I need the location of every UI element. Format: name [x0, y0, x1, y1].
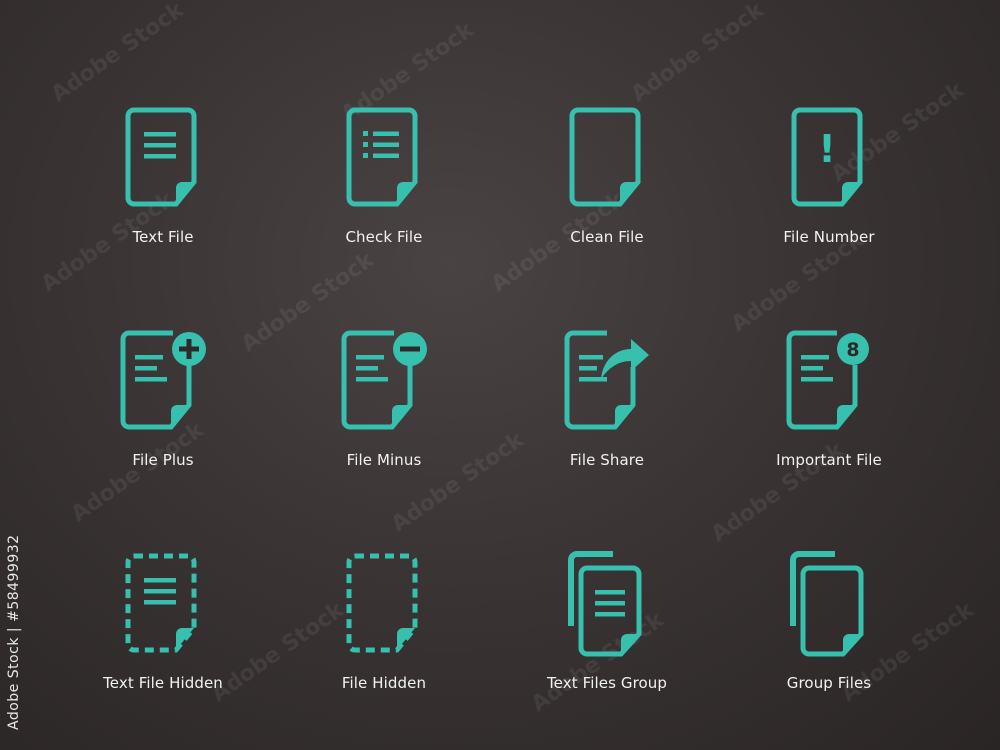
important-file-icon: 8	[786, 330, 869, 430]
text-file-hidden-icon	[125, 553, 197, 653]
icon-cell-text-file-hidden: Text File Hidden	[63, 550, 263, 692]
icon-cell-group-files: Group Files	[729, 550, 929, 692]
icon-label: File Hidden	[341, 674, 427, 692]
icon-sheet: Adobe Stock Adobe Stock Adobe Stock Adob…	[0, 0, 1000, 750]
file-share-icon	[564, 330, 649, 430]
icon-cell-text-file: Text File	[63, 104, 263, 246]
icon-cell-file-plus: File Plus	[63, 327, 263, 469]
file-hidden-icon	[346, 553, 418, 653]
icon-cell-clean-file: Clean File	[507, 104, 707, 246]
icon-label: Clean File	[570, 228, 644, 246]
icon-label: Text File Hidden	[103, 674, 223, 692]
icon-label: Check File	[345, 228, 423, 246]
icon-label: File Share	[569, 451, 645, 469]
check-file-icon	[346, 107, 418, 207]
icon-cell-file-number: ! File Number	[729, 104, 929, 246]
group-files-icon	[790, 551, 864, 657]
icon-cell-file-minus: File Minus	[284, 327, 484, 469]
icon-cell-file-share: File Share	[507, 327, 707, 469]
image-id: Adobe Stock | #58499932	[6, 534, 22, 730]
icon-label: File Number	[783, 228, 875, 246]
icon-label: Text Files Group	[546, 674, 668, 692]
text-files-group-icon	[568, 551, 642, 657]
watermark: Adobe Stock	[626, 0, 769, 108]
icon-label: Important File	[776, 451, 882, 469]
watermark: Adobe Stock	[46, 0, 189, 108]
icon-label: Text File	[132, 228, 194, 246]
icon-label: File Plus	[132, 451, 194, 469]
icon-cell-check-file: Check File	[284, 104, 484, 246]
file-plus-icon	[120, 330, 206, 430]
icon-cell-text-files-group: Text Files Group	[507, 550, 707, 692]
clean-file-icon	[569, 107, 641, 207]
file-number-icon: !	[791, 107, 863, 207]
icon-label: Group Files	[786, 674, 872, 692]
exclamation-glyph: !	[818, 127, 835, 171]
icon-label: File Minus	[346, 451, 422, 469]
file-minus-icon	[341, 330, 427, 430]
icon-cell-important-file: 8 Important File	[729, 327, 929, 469]
number-badge: 8	[846, 339, 859, 361]
icon-cell-file-hidden: File Hidden	[284, 550, 484, 692]
text-file-icon	[125, 107, 197, 207]
